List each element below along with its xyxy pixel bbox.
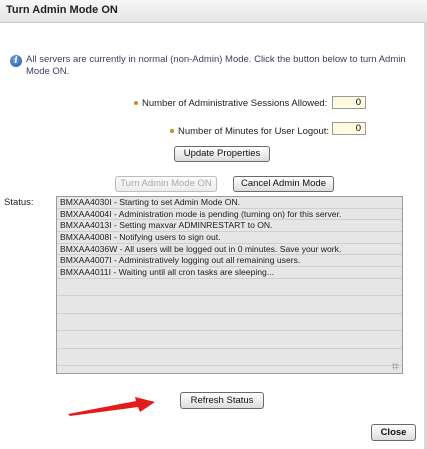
dialog-titlebar: Turn Admin Mode ON <box>0 0 427 23</box>
status-empty-row <box>57 314 402 332</box>
refresh-status-button[interactable]: Refresh Status <box>180 392 264 409</box>
sessions-label: Number of Administrative Sessions Allowe… <box>134 98 327 109</box>
status-line: BMXAA4011I - Waiting until all cron task… <box>57 267 402 279</box>
turn-admin-mode-on-button[interactable]: Turn Admin Mode ON <box>115 176 217 192</box>
admin-mode-dialog: Turn Admin Mode ON i All servers are cur… <box>0 0 427 449</box>
sessions-label-text: Number of Administrative Sessions Allowe… <box>142 98 328 109</box>
status-line: BMXAA4004I - Administration mode is pend… <box>57 209 402 221</box>
status-line: BMXAA4007I - Administratively logging ou… <box>57 255 402 268</box>
logout-minutes-input[interactable] <box>332 122 366 135</box>
status-empty-row <box>57 331 402 349</box>
resize-grip-icon[interactable] <box>392 363 399 370</box>
status-line: BMXAA4013I - Setting maxvar ADMINRESTART… <box>57 220 402 233</box>
status-empty-row <box>57 349 402 367</box>
close-button[interactable]: Close <box>371 424 416 441</box>
minutes-label: Number of Minutes for User Logout: <box>170 126 329 137</box>
status-line: BMXAA4008I - Notifying users to sign out… <box>57 232 402 244</box>
status-label: Status: <box>4 197 34 208</box>
minutes-label-text: Number of Minutes for User Logout: <box>178 126 330 137</box>
dialog-title: Turn Admin Mode ON <box>6 4 118 16</box>
status-empty-row <box>57 279 402 297</box>
status-line: BMXAA4030I - Starting to set Admin Mode … <box>57 197 402 209</box>
sessions-allowed-input[interactable] <box>332 96 366 109</box>
cancel-admin-mode-button[interactable]: Cancel Admin Mode <box>233 176 334 192</box>
required-dot-icon <box>134 101 138 106</box>
status-line: BMXAA4036W - All users will be logged ou… <box>57 244 402 256</box>
info-message: i All servers are currently in normal (n… <box>10 54 421 78</box>
info-text: All servers are currently in normal (non… <box>26 54 406 77</box>
status-log[interactable]: BMXAA4030I - Starting to set Admin Mode … <box>56 196 403 374</box>
update-properties-button[interactable]: Update Properties <box>174 146 270 162</box>
info-icon: i <box>10 55 22 67</box>
status-empty-row <box>57 296 402 314</box>
required-dot-icon <box>170 129 174 134</box>
red-arrow-icon <box>68 397 155 416</box>
